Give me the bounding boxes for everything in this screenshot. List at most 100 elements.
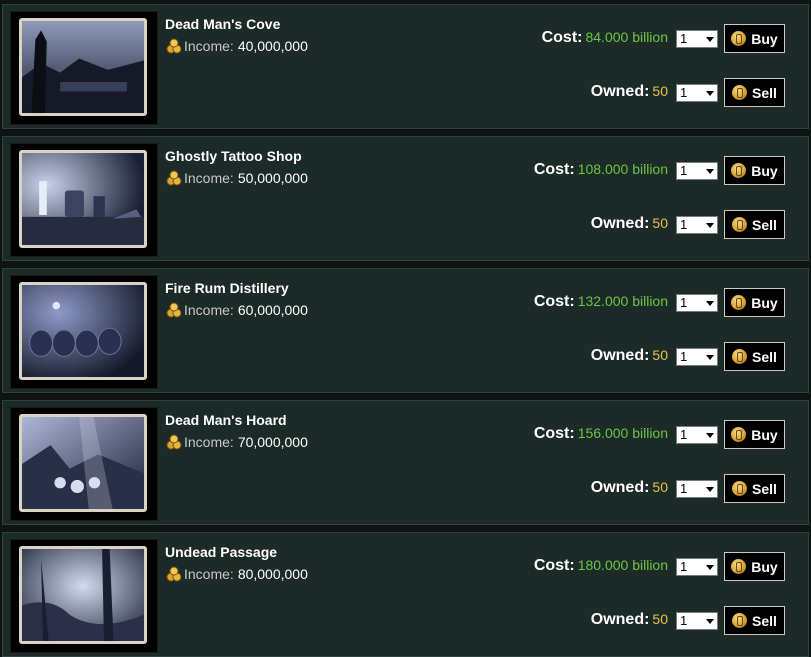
sell-button[interactable]: Sell	[724, 342, 785, 371]
sell-quantity-value: 1	[680, 85, 688, 100]
buy-quantity-select[interactable]: 1	[676, 558, 718, 576]
owned-label: Owned:	[590, 479, 650, 496]
coins-icon	[166, 38, 182, 54]
chevron-down-icon	[706, 433, 714, 438]
property-image	[19, 18, 147, 116]
owned-label: Owned:	[590, 215, 650, 232]
buy-button-label: Buy	[751, 162, 778, 179]
sell-button[interactable]: Sell	[724, 78, 785, 107]
coins-icon	[166, 302, 182, 318]
buy-button-label: Buy	[751, 426, 778, 443]
sell-button-label: Sell	[752, 612, 777, 629]
coins-icon	[166, 566, 182, 582]
sell-quantity-select[interactable]: 1	[676, 216, 718, 234]
sell-quantity-select[interactable]: 1	[676, 84, 718, 102]
property-name: Dead Man's Hoard	[165, 412, 287, 428]
buy-button-label: Buy	[751, 294, 778, 311]
coins-icon	[166, 170, 182, 186]
buy-quantity-value: 1	[680, 559, 688, 574]
chevron-down-icon	[706, 37, 714, 42]
sell-button[interactable]: Sell	[724, 606, 785, 635]
sell-quantity-value: 1	[680, 217, 688, 232]
property-row: Fire Rum Distillery Income: 60,000,000 C…	[2, 268, 809, 393]
cost-value: 108.000 billion	[577, 161, 668, 177]
property-image	[19, 414, 147, 512]
buy-button[interactable]: Buy	[724, 552, 785, 581]
owned-line: Owned: 50	[591, 347, 668, 365]
owned-line: Owned: 50	[591, 215, 668, 233]
income-label: Income:	[184, 38, 234, 54]
sell-quantity-select[interactable]: 1	[676, 480, 718, 498]
property-image-frame	[10, 143, 158, 257]
owned-value: 50	[652, 611, 668, 627]
buy-quantity-value: 1	[680, 295, 688, 310]
cost-value: 84.000 billion	[585, 29, 668, 45]
income-value: 40,000,000	[237, 38, 308, 54]
income-value: 70,000,000	[237, 434, 308, 450]
sell-quantity-select[interactable]: 1	[676, 612, 718, 630]
buy-button[interactable]: Buy	[724, 156, 785, 185]
income-line: Income: 40,000,000	[165, 37, 308, 55]
income-line: Income: 70,000,000	[165, 433, 308, 451]
cost-value: 156.000 billion	[577, 425, 668, 441]
cost-value: 180.000 billion	[577, 557, 668, 573]
property-name: Undead Passage	[165, 544, 278, 560]
buy-quantity-select[interactable]: 1	[676, 426, 718, 444]
gold-coin-icon	[732, 613, 748, 628]
owned-value: 50	[652, 83, 668, 99]
cost-line: Cost: 156.000 billion	[534, 425, 668, 443]
buy-quantity-select[interactable]: 1	[676, 162, 718, 180]
cost-label: Cost:	[533, 161, 575, 178]
income-label: Income:	[184, 566, 234, 582]
owned-line: Owned: 50	[591, 611, 668, 629]
buy-button[interactable]: Buy	[724, 288, 785, 317]
cost-line: Cost: 132.000 billion	[534, 293, 668, 311]
owned-line: Owned: 50	[591, 479, 668, 497]
income-label: Income:	[184, 302, 234, 318]
sell-quantity-value: 1	[680, 349, 688, 364]
sell-quantity-value: 1	[680, 613, 688, 628]
property-image-frame	[10, 407, 158, 521]
buy-button[interactable]: Buy	[724, 24, 785, 53]
gold-coin-icon	[731, 163, 747, 178]
gold-coin-icon	[731, 295, 747, 310]
chevron-down-icon	[706, 487, 714, 492]
gold-coin-icon	[732, 349, 748, 364]
coins-icon	[166, 434, 182, 450]
property-row: Undead Passage Income: 80,000,000 Cost: 1…	[2, 532, 809, 657]
cost-label: Cost:	[541, 29, 583, 46]
owned-value: 50	[652, 215, 668, 231]
buy-quantity-value: 1	[680, 163, 688, 178]
buy-quantity-select[interactable]: 1	[676, 30, 718, 48]
sell-button-label: Sell	[752, 216, 777, 233]
property-row: Dead Man's Hoard Income: 70,000,000 Cost…	[2, 400, 809, 525]
cost-label: Cost:	[533, 293, 575, 310]
sell-quantity-value: 1	[680, 481, 688, 496]
gold-coin-icon	[732, 481, 748, 496]
cost-label: Cost:	[533, 557, 575, 574]
owned-line: Owned: 50	[591, 83, 668, 101]
property-image-frame	[10, 539, 158, 653]
property-row: Dead Man's Cove Income: 40,000,000 Cost:…	[2, 4, 809, 129]
sell-button[interactable]: Sell	[724, 210, 785, 239]
property-row: Ghostly Tattoo Shop Income: 50,000,000 C…	[2, 136, 809, 261]
buy-quantity-select[interactable]: 1	[676, 294, 718, 312]
cost-line: Cost: 108.000 billion	[534, 161, 668, 179]
sell-button-label: Sell	[752, 84, 777, 101]
cost-line: Cost: 180.000 billion	[534, 557, 668, 575]
sell-button-label: Sell	[752, 480, 777, 497]
owned-value: 50	[652, 347, 668, 363]
income-line: Income: 50,000,000	[165, 169, 308, 187]
sell-button[interactable]: Sell	[724, 474, 785, 503]
cost-line: Cost: 84.000 billion	[542, 29, 668, 47]
chevron-down-icon	[706, 91, 714, 96]
property-image	[19, 282, 147, 380]
buy-button[interactable]: Buy	[724, 420, 785, 449]
income-value: 60,000,000	[237, 302, 308, 318]
chevron-down-icon	[706, 223, 714, 228]
chevron-down-icon	[706, 355, 714, 360]
owned-value: 50	[652, 479, 668, 495]
income-label: Income:	[184, 434, 234, 450]
sell-quantity-select[interactable]: 1	[676, 348, 718, 366]
gold-coin-icon	[732, 85, 748, 100]
